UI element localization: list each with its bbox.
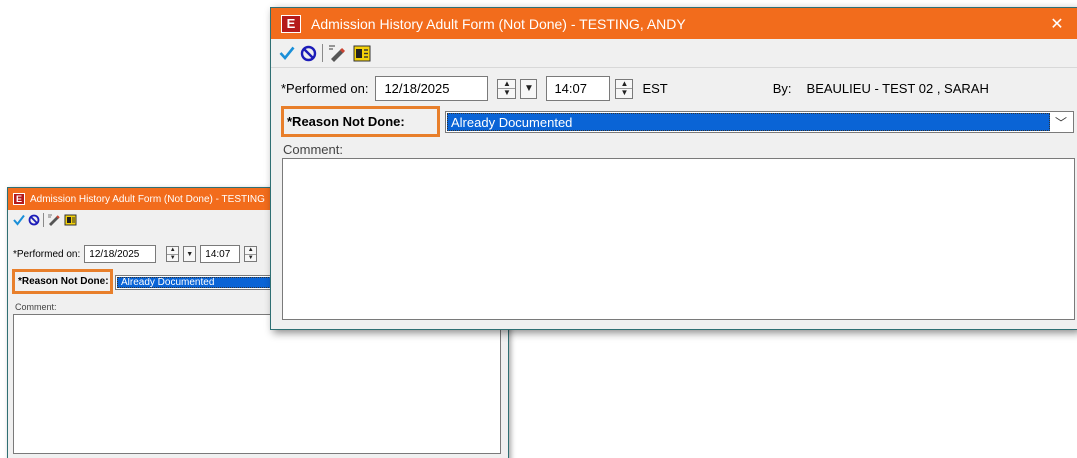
comment-label: Comment: [15,302,57,312]
reason-select[interactable]: Already Documented ﹀ [445,111,1074,133]
pencil-icon[interactable] [47,214,61,226]
time-spinner[interactable]: ▲ ▼ [615,78,634,99]
no-entry-icon[interactable] [28,214,40,226]
checkmark-icon[interactable] [279,45,295,61]
performed-label: *Performed on: [13,248,81,260]
app-e-icon: E [13,193,25,205]
form-browser-icon[interactable] [353,45,371,62]
by-label: By: [772,81,792,96]
time-spinner[interactable]: ▲ ▼ [244,246,258,262]
comment-label: Comment: [283,142,343,157]
performed-by-value: BEAULIEU - TEST 02 , SARAH [806,81,989,96]
form-browser-icon[interactable] [64,214,77,226]
performed-label: *Performed on: [281,81,369,96]
toolbar-separator [43,213,44,227]
date-spinner[interactable]: ▲ ▼ [166,246,180,262]
chevron-down-icon[interactable]: ﹀ [1050,114,1072,131]
reason-selected-value: Already Documented [447,113,1050,131]
toolbar-separator [322,44,323,62]
reason-selected-value: Already Documented [117,277,273,288]
time-field[interactable]: 14:07 [546,76,611,101]
reason-not-done-label: *Reason Not Done: [12,269,113,294]
date-field[interactable]: 12/18/2025 [84,245,157,263]
comment-textarea[interactable] [282,158,1075,320]
reason-select[interactable]: Already Documented [115,275,275,290]
close-icon[interactable]: ✕ [1037,14,1077,34]
app-e-icon: E [281,14,301,33]
pencil-icon[interactable] [328,44,348,62]
timezone-label: EST [642,81,668,96]
main-form-window: E Admission History Adult Form (Not Done… [270,7,1077,330]
date-spinner[interactable]: ▲ ▼ [497,78,517,99]
date-field[interactable]: 12/18/2025 [375,76,489,101]
title-bar[interactable]: E Admission History Adult Form (Not Done… [271,8,1077,39]
date-dropdown-button[interactable]: ▼ [183,246,197,262]
comment-textarea[interactable] [13,314,501,454]
window-title: Admission History Adult Form (Not Done) … [311,15,686,32]
no-entry-icon[interactable] [300,45,317,62]
checkmark-icon[interactable] [13,214,25,226]
performed-row: *Performed on: 12/18/2025 ▲ ▼ ▼ 14:07 ▲ ▼ … [281,76,989,101]
reason-not-done-label: *Reason Not Done: [281,106,440,137]
small-performed-row: *Performed on: 12/18/2025 ▲ ▼ ▼ 14:07 ▲ ▼ [13,245,258,263]
time-field[interactable]: 14:07 [200,245,241,263]
toolbar [271,39,1077,68]
date-dropdown-button[interactable]: ▼ [520,78,538,99]
